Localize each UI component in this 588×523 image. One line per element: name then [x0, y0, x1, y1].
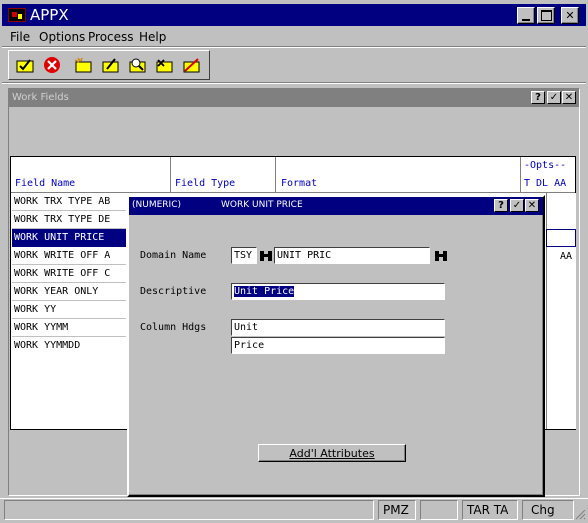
dialog-titlebar	[129, 197, 543, 215]
header-divider-1	[170, 157, 171, 193]
header-field-name: Field Name	[15, 178, 76, 189]
header-divider-2	[275, 157, 276, 193]
minimize-button[interactable]	[517, 7, 535, 24]
maximize-button[interactable]	[537, 7, 555, 24]
appx-logo-icon	[8, 8, 26, 22]
table-row[interactable]: WORK TRX TYPE AB	[12, 193, 126, 211]
status-cell-user: PMZ	[378, 500, 416, 520]
dialog-title: WORK UNIT PRICE	[221, 200, 303, 210]
menu-help[interactable]: Help	[139, 30, 166, 44]
status-cell-mode: Chg	[522, 500, 574, 520]
menu-options[interactable]: Options	[39, 30, 85, 44]
opts-aa-value: AA	[560, 251, 573, 262]
inquire-record-icon[interactable]	[125, 53, 149, 77]
delete-record-icon[interactable]	[152, 53, 176, 77]
work-fields-title: Work Fields	[12, 92, 69, 103]
domain-name-label: Domain Name	[140, 250, 207, 261]
addl-attributes-button[interactable]: Add'l Attributes	[258, 444, 406, 462]
table-row[interactable]: WORK YY	[12, 301, 126, 319]
table-row-selected[interactable]: WORK UNIT PRICE	[12, 229, 126, 247]
table-row[interactable]: WORK YEAR ONLY	[12, 283, 126, 301]
help-icon[interactable]: ?	[494, 199, 508, 212]
menu-file[interactable]: File	[10, 30, 30, 44]
table-row[interactable]: WORK YYMM	[12, 319, 126, 337]
check-folder-icon[interactable]	[13, 53, 37, 77]
opts-cell-selected	[546, 229, 576, 247]
column-hdg-1-field[interactable]: Unit	[231, 319, 445, 336]
ok-check-icon[interactable]: ✓	[510, 199, 524, 212]
descriptive-selected-text: Unit Price	[234, 286, 295, 297]
status-cell-main	[4, 500, 374, 520]
ok-check-icon[interactable]: ✓	[547, 91, 561, 104]
close-button[interactable]: ✕	[561, 7, 579, 24]
close-icon[interactable]: ✕	[562, 91, 576, 104]
table-row[interactable]: WORK YYMMDD	[12, 337, 126, 355]
domain-name-field[interactable]: UNIT PRIC	[274, 247, 430, 264]
menu-process[interactable]: Process	[88, 30, 134, 44]
status-cell-app: TAR TA	[462, 500, 518, 520]
header-divider-3	[520, 157, 521, 193]
table-row[interactable]: WORK WRITE OFF C	[12, 265, 126, 283]
descriptive-field[interactable]: Unit Price	[231, 283, 445, 300]
column-hdg-2-field[interactable]: Price	[231, 337, 445, 354]
new-record-icon[interactable]	[71, 53, 95, 77]
app-titlebar	[2, 4, 586, 26]
domain-app-field[interactable]: TSY	[231, 247, 257, 264]
dialog-type-label: (NUMERIC)	[132, 200, 181, 210]
cancel-record-icon[interactable]	[179, 53, 203, 77]
edit-record-icon[interactable]	[98, 53, 122, 77]
header-opts-cols: T DL AA	[524, 178, 567, 189]
header-format: Format	[281, 178, 318, 189]
descriptive-label: Descriptive	[140, 286, 207, 297]
table-row[interactable]: WORK WRITE OFF A	[12, 247, 126, 265]
app-title: APPX	[30, 6, 69, 24]
table-row[interactable]: WORK TRX TYPE DE	[12, 211, 126, 229]
header-opts: -Opts--	[524, 160, 567, 171]
work-fields-titlebar	[9, 89, 579, 107]
header-field-type: Field Type	[175, 178, 236, 189]
column-hdgs-label: Column Hdgs	[140, 322, 207, 333]
close-icon[interactable]: ✕	[525, 199, 539, 212]
cancel-icon[interactable]	[40, 53, 64, 77]
binoculars-icon[interactable]	[257, 247, 274, 264]
binoculars-icon[interactable]	[432, 247, 449, 264]
menu-divider	[2, 46, 586, 48]
toolbar-divider	[2, 82, 586, 84]
resize-grip-icon[interactable]	[574, 508, 586, 520]
status-cell-empty	[420, 500, 458, 520]
close-icon: ✕	[565, 9, 575, 22]
help-icon[interactable]: ?	[531, 91, 545, 104]
